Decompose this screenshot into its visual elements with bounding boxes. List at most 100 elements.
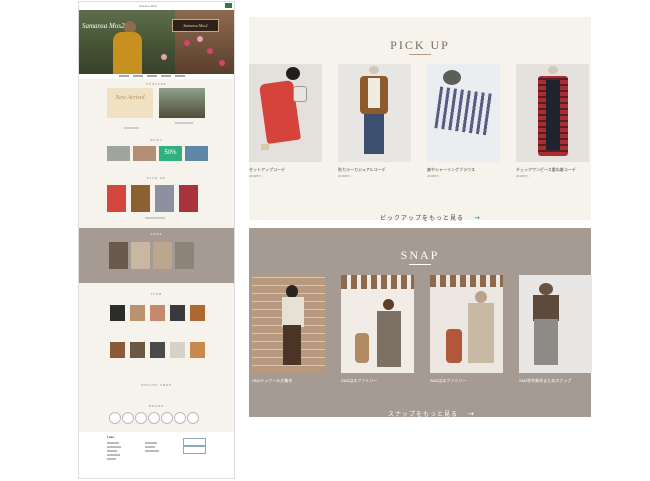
pickup-card-date: 2018/07/... <box>249 174 264 178</box>
arrow-right-icon[interactable]: → <box>468 410 474 418</box>
preview-sale-banner[interactable]: 50% <box>159 146 182 161</box>
feature-link[interactable] <box>175 122 193 124</box>
pickup-card-caption[interactable]: セットアップコーデ <box>249 167 285 173</box>
snap-title: SNAP <box>400 248 440 262</box>
preview-feature-banner[interactable]: New Arrival <box>107 88 153 118</box>
preview-item[interactable] <box>150 342 165 358</box>
pickup-more-label[interactable]: ピックアップをもっと見る <box>380 216 464 222</box>
preview-header-button[interactable] <box>225 3 232 8</box>
pickup-card[interactable]: セットアップコーデ 2018/07/... <box>249 64 322 178</box>
snap-card[interactable]: SM2はるファミリー <box>341 275 414 383</box>
preview-snap-card[interactable] <box>109 242 128 269</box>
preview-pickup-card[interactable] <box>107 185 126 212</box>
snap-card-caption[interactable]: SM2テックール大集合 <box>252 378 292 384</box>
child-shape <box>446 329 462 363</box>
pickup-card-caption[interactable]: 秋カラーカジュアルコーデ <box>338 167 386 173</box>
child-shape <box>355 333 369 363</box>
shoe-shape <box>261 144 269 150</box>
feature-banner-text: New Arrival <box>115 95 145 101</box>
pickup-card-caption[interactable]: 爽やシャーリングブラウス <box>427 167 475 173</box>
preview-snap-card[interactable] <box>153 242 172 269</box>
nav-item[interactable] <box>119 75 129 77</box>
footer-link[interactable] <box>107 442 119 444</box>
preview-item-heading: ITEM <box>150 292 163 296</box>
hero-flower <box>207 48 213 54</box>
pickup-card-image[interactable] <box>516 64 589 162</box>
pickup-more-link[interactable]: ピックアップをもっと見る → <box>380 207 480 225</box>
preview-footer: Luna <box>79 432 234 478</box>
footer-link[interactable] <box>107 458 116 460</box>
brand-logo[interactable] <box>174 412 186 424</box>
preview-item[interactable] <box>170 342 185 358</box>
preview-item[interactable] <box>190 305 205 321</box>
preview-banner[interactable] <box>107 146 130 161</box>
footer-link[interactable] <box>145 446 155 448</box>
blouse-shape <box>368 78 380 108</box>
footer-link[interactable] <box>145 450 159 452</box>
feature-link[interactable] <box>124 127 139 129</box>
snap-card-image[interactable] <box>430 275 503 373</box>
snap-card-caption[interactable]: SM2はるファミリー <box>430 378 466 384</box>
preview-item[interactable] <box>170 305 185 321</box>
pickup-card-date: 2018/07/... <box>338 174 353 178</box>
brand-logo[interactable] <box>148 412 160 424</box>
preview-banner[interactable] <box>185 146 208 161</box>
hero-shop-sign: Samansa Mos2 <box>172 19 219 32</box>
pickup-card-image[interactable] <box>338 64 411 162</box>
nav-item[interactable] <box>161 75 171 77</box>
snap-card[interactable]: SM2秋冬新作まとめスナップ <box>519 275 592 383</box>
preview-item[interactable] <box>130 305 145 321</box>
preview-item[interactable] <box>110 342 125 358</box>
pickup-card-caption[interactable]: チェックワンピース重ね着コーデ <box>516 167 576 173</box>
snap-more-link[interactable]: スナップをもっと見る → <box>388 403 474 421</box>
pickup-card-date: 2018/07/... <box>427 174 442 178</box>
hero-flower <box>219 60 225 66</box>
snap-card[interactable]: SM2テックール大集合 <box>252 275 325 383</box>
snap-card-caption[interactable]: SM2はるファミリー <box>341 378 377 384</box>
dress-shape <box>534 319 558 365</box>
pickup-card-image[interactable] <box>427 64 500 162</box>
brand-logo[interactable] <box>109 412 121 424</box>
arrow-right-icon[interactable]: → <box>474 214 480 222</box>
footer-link[interactable] <box>107 446 121 448</box>
nav-item[interactable] <box>175 75 185 77</box>
preview-snap-card[interactable] <box>131 242 150 269</box>
footer-button[interactable] <box>183 446 206 454</box>
footer-link[interactable] <box>145 442 157 444</box>
preview-pickup-card[interactable] <box>179 185 198 212</box>
preview-banner[interactable] <box>133 146 156 161</box>
snap-card[interactable]: SM2はるファミリー <box>430 275 503 383</box>
preview-item[interactable] <box>190 342 205 358</box>
nav-item[interactable] <box>147 75 157 77</box>
snap-card-image[interactable] <box>519 275 592 373</box>
snap-card-caption[interactable]: SM2秋冬新作まとめスナップ <box>519 378 571 384</box>
preview-feature-photo[interactable] <box>159 88 205 118</box>
brand-logo[interactable] <box>161 412 173 424</box>
pickup-card[interactable]: 爽やシャーリングブラウス 2018/07/... <box>427 64 500 178</box>
nav-item[interactable] <box>133 75 143 77</box>
preview-pickup-card[interactable] <box>155 185 174 212</box>
snap-card-image[interactable] <box>341 275 414 373</box>
preview-item[interactable] <box>130 342 145 358</box>
preview-snap-card[interactable] <box>175 242 194 269</box>
top-shape <box>282 297 304 327</box>
footer-link[interactable] <box>107 454 120 456</box>
footer-button[interactable] <box>183 438 206 446</box>
pickup-more-link[interactable] <box>145 217 165 219</box>
brand-logo[interactable] <box>187 412 199 424</box>
pickup-card[interactable]: チェックワンピース重ね着コーデ 2018/07/... <box>516 64 589 178</box>
preview-item[interactable] <box>110 305 125 321</box>
pickup-card-image[interactable] <box>249 64 322 162</box>
snap-card-image[interactable] <box>252 275 325 373</box>
pants-shape <box>283 325 301 365</box>
preview-pickup-card[interactable] <box>131 185 150 212</box>
preview-logo[interactable]: Samansa Mos2 <box>139 4 157 8</box>
brand-logo[interactable] <box>135 412 147 424</box>
brand-logo[interactable] <box>122 412 134 424</box>
pickup-card[interactable]: 秋カラーカジュアルコーデ 2018/07/... <box>338 64 411 178</box>
knit-hat-shape <box>443 70 461 85</box>
preview-hero-image: Samansa Mos2 Samansa Mos2 <box>79 10 234 74</box>
snap-more-label[interactable]: スナップをもっと見る <box>388 412 458 418</box>
footer-link[interactable] <box>107 450 117 452</box>
preview-item[interactable] <box>150 305 165 321</box>
